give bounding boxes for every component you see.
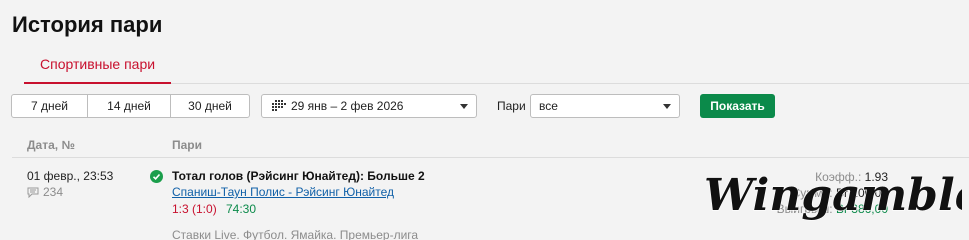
- bet-match-time: 74:30: [226, 202, 257, 216]
- win-line: Выигрыш: Br 386,00: [776, 202, 888, 216]
- bet-score: 1:3 (1:0): [172, 202, 217, 216]
- bets-filter-label: Пари: [497, 99, 526, 113]
- comment-icon: [27, 187, 39, 198]
- date-range-value: 29 янв – 2 фев 2026: [291, 99, 404, 113]
- bet-match-link[interactable]: Спаниш-Таун Полис - Рэйсинг Юнайтед: [172, 185, 394, 199]
- coeff-line: Коэфф.: 1.93: [815, 170, 888, 184]
- chevron-down-icon: [663, 104, 671, 109]
- bet-category: Ставки Live. Футбол. Ямайка. Премьер-лиг…: [172, 228, 419, 240]
- bet-number: 234: [27, 185, 63, 199]
- chevron-down-icon: [460, 104, 468, 109]
- column-header-bets: Пари: [172, 138, 203, 152]
- period-group: 7 дней 14 дней 30 дней: [11, 94, 250, 118]
- page-title: История пари: [12, 12, 163, 37]
- check-circle-icon: [150, 170, 163, 183]
- bets-filter-value: все: [539, 99, 558, 113]
- date-range-select[interactable]: 29 янв – 2 фев 2026: [261, 94, 477, 118]
- bets-filter-select[interactable]: все: [530, 94, 680, 118]
- period-14-days-button[interactable]: 14 дней: [88, 95, 171, 117]
- tab-sport-bets[interactable]: Спортивные пари: [24, 44, 172, 84]
- period-30-days-button[interactable]: 30 дней: [171, 95, 249, 117]
- period-7-days-button[interactable]: 7 дней: [12, 95, 88, 117]
- stake-line: Сумма: Br 200,00: [791, 186, 888, 200]
- bet-date: 01 февр., 23:53: [27, 169, 114, 183]
- filters-bar: 7 дней 14 дней 30 дней 29 янв – 2 фев 20…: [11, 94, 951, 118]
- table-header: Дата, № Пари: [12, 132, 969, 158]
- bet-title: Тотал голов (Рэйсинг Юнайтед): Больше 2: [172, 169, 425, 183]
- column-header-date: Дата, №: [27, 138, 75, 152]
- show-button[interactable]: Показать: [700, 94, 775, 118]
- table-row[interactable]: 01 февр., 23:53 234 Тотал голов (Рэйсинг…: [12, 159, 969, 240]
- calendar-icon: [272, 100, 286, 111]
- tabs-bar: Спортивные пари: [24, 44, 969, 84]
- bet-summary: Коэфф.: 1.93 Сумма: Br 200,00 Выигрыш: B…: [777, 169, 888, 217]
